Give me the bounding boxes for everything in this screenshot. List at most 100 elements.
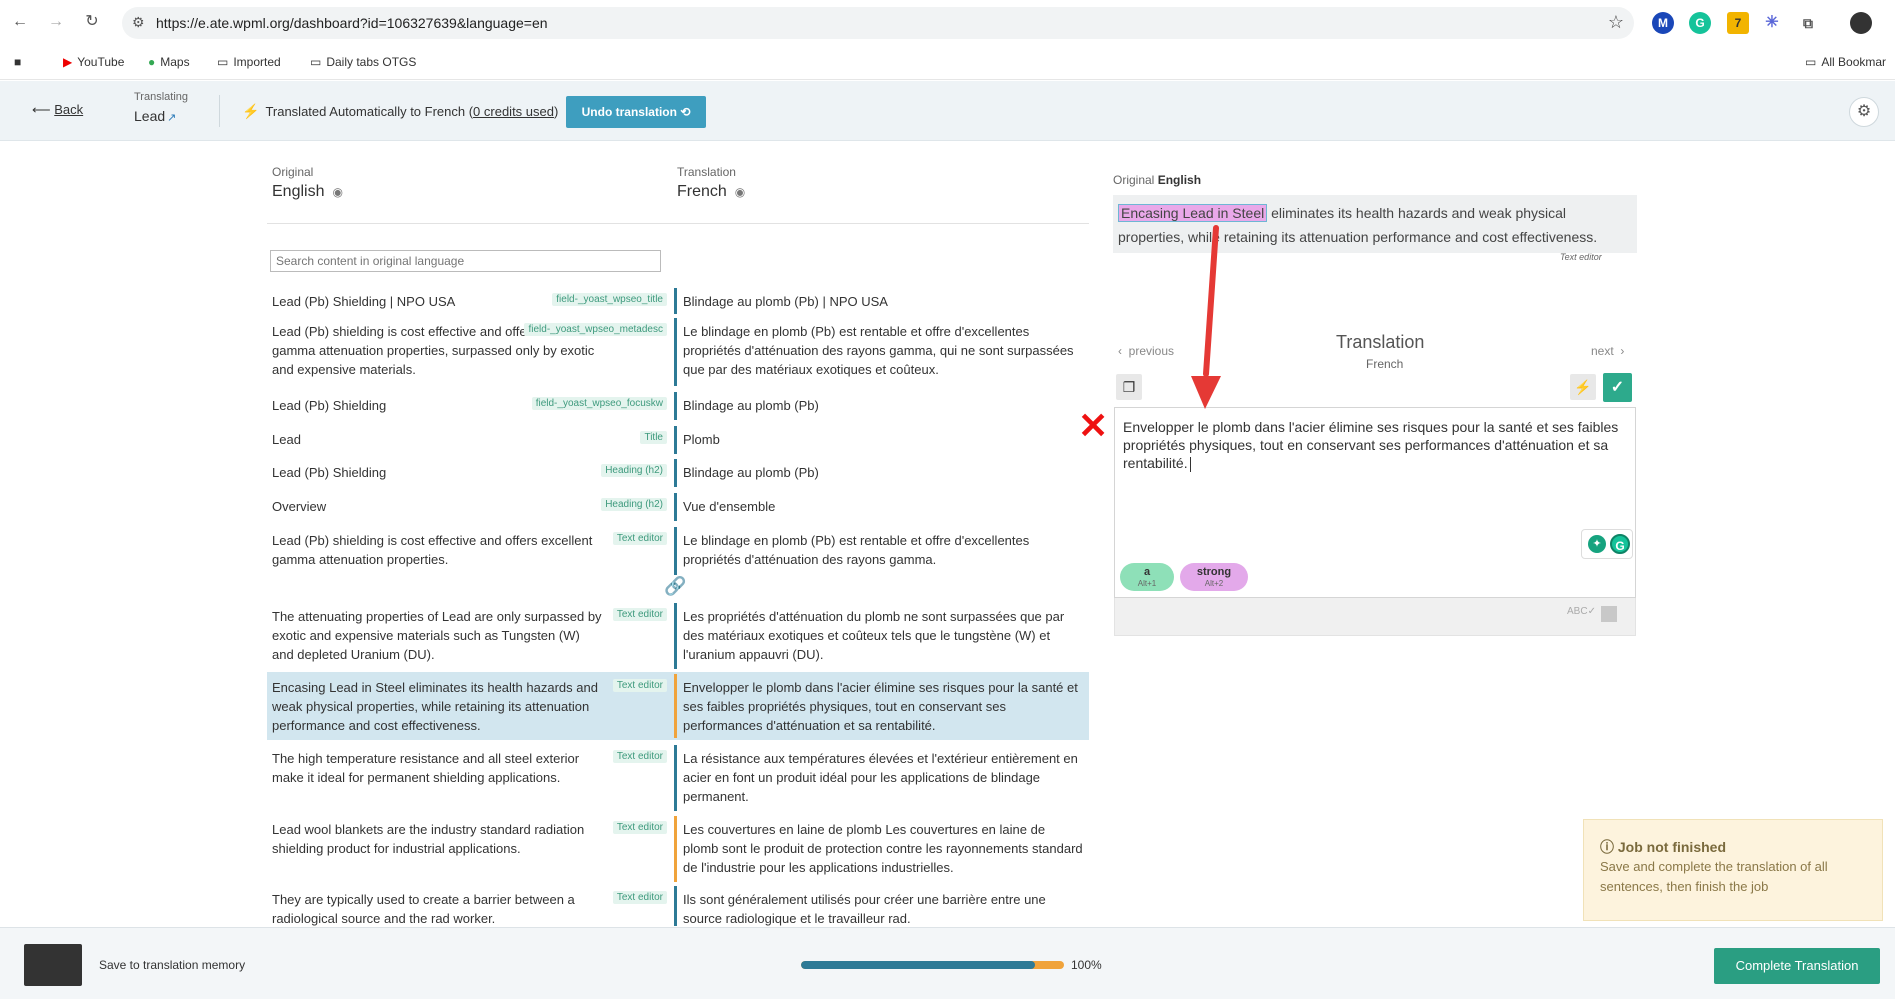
bookmark-daily-tabs[interactable]: ▭ Daily tabs OTGS — [310, 55, 416, 69]
extension-m-icon[interactable]: M — [1652, 12, 1674, 34]
credits-link[interactable]: 0 credits used — [473, 104, 554, 119]
segment-row[interactable]: The high temperature resistance and all … — [267, 743, 1089, 813]
translation-language: French ◉ — [677, 183, 746, 200]
bolt-icon: ⚡ — [242, 103, 260, 119]
target-text[interactable]: Blindage au plomb (Pb) — [683, 463, 1083, 482]
target-text[interactable]: Blindage au plomb (Pb) | NPO USA — [683, 292, 1083, 311]
segment-source[interactable]: Overview Heading (h2) — [267, 491, 667, 523]
segment-source[interactable]: They are typically used to create a barr… — [267, 884, 667, 928]
source-text: The high temperature resistance and all … — [272, 751, 580, 785]
undo-translation-button[interactable]: Undo translation ⟲ — [566, 96, 706, 128]
spellcheck-icon[interactable]: ABC✓ — [1567, 606, 1596, 617]
segment-source[interactable]: Lead (Pb) Shielding field-_yoast_wpseo_fo… — [267, 390, 667, 422]
segment-row[interactable]: Lead wool blankets are the industry stan… — [267, 814, 1089, 884]
eye-icon[interactable]: ◉ — [332, 185, 342, 199]
segment-source[interactable]: Lead (Pb) shielding is cost effective an… — [267, 316, 667, 388]
segment-status-bar — [674, 603, 677, 669]
all-bookmarks[interactable]: ▭ All Bookmar — [1805, 55, 1886, 69]
segment-row[interactable]: The attenuating properties of Lead are o… — [267, 601, 1089, 671]
target-text[interactable]: Le blindage en plomb (Pb) est rentable e… — [683, 322, 1083, 379]
segment-source[interactable]: Encasing Lead in Steel eliminates its he… — [267, 672, 667, 740]
forward-arrow-icon[interactable]: → — [46, 12, 66, 32]
auto-translated-info: ⚡ Translated Automatically to French (0 c… — [242, 103, 559, 119]
target-text[interactable]: Envelopper le plomb dans l'acier élimine… — [683, 678, 1083, 735]
translation-memory-toggle[interactable] — [24, 944, 82, 986]
target-text[interactable]: Vue d'ensemble — [683, 497, 1083, 516]
segment-type-tag: field-_yoast_wpseo_metadesc — [524, 323, 667, 336]
segment-status-bar — [674, 886, 677, 926]
progress-percent: 100% — [1071, 958, 1102, 972]
url-text[interactable]: https://e.ate.wpml.org/dashboard?id=1063… — [156, 15, 548, 31]
bookmark-maps[interactable]: ● Maps — [148, 55, 190, 69]
eye-icon[interactable]: ◉ — [735, 185, 745, 199]
segment-status-bar — [674, 426, 677, 454]
segment-row[interactable]: Encasing Lead in Steel eliminates its he… — [267, 672, 1089, 740]
external-link-icon[interactable]: ↗ — [167, 112, 176, 124]
next-link[interactable]: next › — [1591, 344, 1624, 358]
segment-source[interactable]: Lead (Pb) Shielding | NPO USA field-_yoas… — [267, 286, 667, 316]
target-text[interactable]: La résistance aux températures élevées e… — [683, 749, 1083, 806]
reload-icon[interactable]: ↻ — [82, 12, 102, 32]
previous-link[interactable]: ‹ previous — [1118, 344, 1174, 358]
segment-row[interactable]: They are typically used to create a barr… — [267, 884, 1089, 928]
target-text[interactable]: Les couvertures en laine de plomb Les co… — [683, 820, 1083, 877]
copy-original-button[interactable]: ❐ — [1116, 374, 1142, 400]
segment-status-bar — [674, 459, 677, 487]
tag-chip-a[interactable]: a Alt+1 — [1120, 563, 1174, 591]
grammarly-suggestion-icon[interactable]: ✦ — [1588, 535, 1606, 553]
target-text[interactable]: Le blindage en plomb (Pb) est rentable e… — [683, 531, 1083, 569]
search-input[interactable] — [270, 250, 661, 272]
segment-row[interactable]: Lead Title Plomb — [267, 424, 1089, 456]
segment-source[interactable]: Lead wool blankets are the industry stan… — [267, 814, 667, 884]
grammarly-extension-icon[interactable]: G — [1689, 12, 1711, 34]
segment-source[interactable]: The high temperature resistance and all … — [267, 743, 667, 813]
back-link[interactable]: ⟵ Back — [32, 102, 83, 118]
text-editor-note: Text editor — [1560, 252, 1602, 262]
target-text[interactable]: Les propriétés d'atténuation du plomb ne… — [683, 607, 1083, 664]
back-arrow-icon[interactable]: ← — [10, 12, 30, 32]
segment-row[interactable]: Lead (Pb) shielding is cost effective an… — [267, 525, 1089, 577]
bookmark-imported[interactable]: ▭ Imported — [217, 55, 281, 69]
grammarly-widget[interactable]: ✦ G — [1581, 529, 1633, 559]
chevron-left-icon: ‹ — [1118, 344, 1122, 358]
address-bar[interactable]: ⚙ https://e.ate.wpml.org/dashboard?id=10… — [122, 7, 1634, 39]
profile-avatar[interactable] — [1850, 12, 1872, 34]
confirm-translation-button[interactable]: ✓ — [1603, 373, 1632, 402]
site-info-icon[interactable]: ⚙ — [132, 14, 145, 31]
segment-source[interactable]: Lead (Pb) Shielding Heading (h2) — [267, 457, 667, 489]
segment-source[interactable]: Lead Title — [267, 424, 667, 456]
extension-star-icon[interactable]: ✳ — [1761, 12, 1783, 34]
complete-translation-button[interactable]: Complete Translation — [1714, 948, 1880, 984]
apps-icon[interactable]: ■ — [14, 55, 21, 69]
source-text: Lead (Pb) shielding is cost effective an… — [272, 533, 593, 567]
original-language: English ◉ — [272, 183, 343, 200]
check-icon: ✓ — [1610, 379, 1625, 396]
bookmarks-bar: ■ ▶ YouTube ● Maps ▭ Imported ▭ Daily tabs O… — [0, 46, 1895, 80]
auto-translate-button[interactable]: ⚡ — [1570, 374, 1596, 400]
segment-row[interactable]: Lead (Pb) Shielding | NPO USA field-_yoas… — [267, 286, 1089, 316]
bookmark-star-icon[interactable]: ☆ — [1608, 12, 1624, 33]
segment-row[interactable]: Overview Heading (h2) Vue d'ensemble — [267, 491, 1089, 523]
folder-icon: ▭ — [1805, 55, 1817, 69]
segment-row[interactable]: Lead (Pb) Shielding field-_yoast_wpseo_fo… — [267, 390, 1089, 422]
settings-gear-icon[interactable]: ⚙ — [1849, 97, 1879, 127]
link-icon[interactable]: 🔗 — [664, 576, 686, 597]
editor-text[interactable]: Envelopper le plomb dans l'acier élimine… — [1123, 418, 1628, 472]
extensions-puzzle-icon[interactable]: ⧉ — [1797, 12, 1819, 34]
tag-chip-strong[interactable]: strong Alt+2 — [1180, 563, 1248, 591]
segment-source[interactable]: The attenuating properties of Lead are o… — [267, 601, 667, 671]
segment-row[interactable]: Lead (Pb) shielding is cost effective an… — [267, 316, 1089, 388]
target-text[interactable]: Ils sont généralement utilisés pour crée… — [683, 890, 1083, 928]
segment-row[interactable]: Lead (Pb) Shielding Heading (h2) Blindage … — [267, 457, 1089, 489]
translating-value[interactable]: Lead ↗ — [134, 108, 176, 124]
image-icon[interactable] — [1601, 606, 1617, 622]
highlighted-phrase[interactable]: Encasing Lead in Steel — [1118, 204, 1268, 222]
target-text[interactable]: Plomb — [683, 430, 1083, 449]
segment-source[interactable]: Lead (Pb) shielding is cost effective an… — [267, 525, 667, 577]
segment-type-tag: Text editor — [612, 608, 667, 621]
extension-badge-icon[interactable]: 7 — [1727, 12, 1749, 34]
target-text[interactable]: Blindage au plomb (Pb) — [683, 396, 1083, 415]
grammarly-icon[interactable]: G — [1610, 534, 1630, 554]
save-memory-label: Save to translation memory — [99, 958, 246, 972]
bookmark-youtube[interactable]: ▶ YouTube — [63, 55, 124, 69]
